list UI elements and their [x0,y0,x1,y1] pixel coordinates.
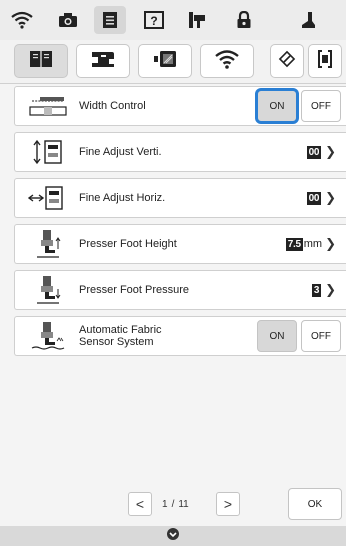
tab-sewing-machine[interactable] [76,44,130,78]
chevron-right-icon: ❯ [325,190,336,205]
presser-foot-pressure-icon [21,275,75,305]
page-indicator: 1 / 11 [162,492,189,516]
tab-bracket[interactable] [308,44,342,78]
row-fine-adjust-verti[interactable]: Fine Adjust Verti. 00 ❯ [14,132,346,172]
row-presser-foot-pressure[interactable]: Presser Foot Pressure 3 ❯ [14,270,346,310]
wifi-icon [214,49,240,74]
fine-adjust-horiz-label: Fine Adjust Horiz. [79,192,166,204]
width-control-toggle: ON OFF [253,90,341,122]
eraser-icon [278,50,296,73]
fine-adjust-horiz-value: 00 ❯ [306,179,336,217]
bottom-nav: < 1 / 11 > OK [0,484,346,526]
lock-icon[interactable] [228,6,260,34]
presser-foot-height-number: 7.5 [285,237,303,251]
fabric-sensor-label-line2: Sensor System [79,336,154,348]
tab-screen[interactable] [138,44,192,78]
sewing-machine-icon [90,50,116,73]
screen-icon [152,50,178,73]
row-width-control: Width Control ON OFF [14,86,346,126]
fine-adjust-verti-value: 00 ❯ [306,133,336,171]
fabric-sensor-on-button[interactable]: ON [257,320,297,352]
presser-foot-pressure-number: 3 [311,283,322,297]
tab-eraser[interactable] [270,44,304,78]
fabric-sensor-off-button[interactable]: OFF [301,320,341,352]
footer-bar [0,526,346,546]
prev-page-button[interactable]: < [128,492,152,516]
width-control-on-button[interactable]: ON [257,90,297,122]
tab-book[interactable] [14,44,68,78]
bracket-icon [317,49,333,74]
row-fabric-sensor: Automatic Fabric Sensor System ON OFF [14,316,346,356]
width-control-label: Width Control [79,100,146,112]
thread-icon[interactable] [182,6,214,34]
needle-position-icon[interactable] [166,527,180,546]
fabric-sensor-label-line1: Automatic Fabric [79,324,162,336]
fabric-sensor-toggle: ON OFF [253,320,341,352]
chevron-right-icon: ❯ [325,282,336,297]
presser-foot-pressure-value: 3 ❯ [311,271,336,309]
fine-adjust-horiz-number: 00 [306,191,322,205]
presser-foot-height-unit: mm [303,238,323,250]
document-icon[interactable] [94,6,126,34]
row-fine-adjust-horiz[interactable]: Fine Adjust Horiz. 00 ❯ [14,178,346,218]
top-toolbar: ? [0,0,346,40]
settings-tab-bar [0,40,346,84]
fine-adjust-verti-label: Fine Adjust Verti. [79,146,162,158]
camera-icon[interactable] [52,6,84,34]
page-separator: / [171,498,175,510]
chevron-left-icon: < [135,496,145,512]
presser-foot-height-icon [21,229,75,259]
width-control-off-button[interactable]: OFF [301,90,341,122]
chevron-right-icon: ❯ [325,236,336,251]
chevron-right-icon: ❯ [325,144,336,159]
fine-adjust-verti-number: 00 [306,145,322,159]
help-icon[interactable]: ? [138,6,170,34]
next-page-button[interactable]: > [216,492,240,516]
presser-foot-height-value: 7.5 mm ❯ [285,225,336,263]
fabric-sensor-label: Automatic Fabric Sensor System [79,317,219,355]
horizontal-adjust-icon [21,183,75,213]
vertical-adjust-icon [21,137,75,167]
book-icon [29,50,53,73]
page-total: 11 [178,498,189,510]
width-control-icon [21,91,75,121]
row-presser-foot-height[interactable]: Presser Foot Height 7.5 mm ❯ [14,224,346,264]
presser-icon[interactable] [292,6,324,34]
page-current: 1 [162,498,168,510]
chevron-right-icon: > [223,496,233,512]
svg-text:?: ? [150,14,157,28]
tab-wifi[interactable] [200,44,254,78]
presser-foot-pressure-label: Presser Foot Pressure [79,284,190,296]
presser-foot-height-label: Presser Foot Height [79,238,177,250]
wifi-icon[interactable] [6,6,38,34]
ok-button[interactable]: OK [288,488,342,520]
settings-list: Width Control ON OFF Fine Adjust Verti. … [0,84,346,484]
fabric-sensor-icon [21,321,75,351]
